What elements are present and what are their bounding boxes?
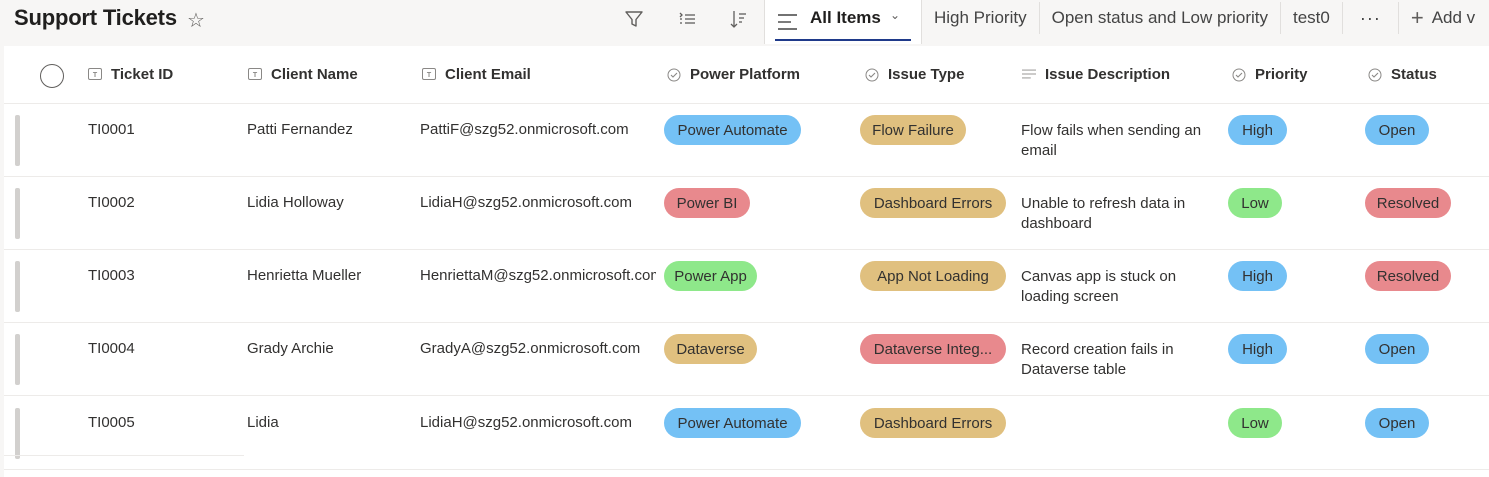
cell-ticket-id: TI0005	[88, 414, 135, 431]
column-header-label: Ticket ID	[111, 66, 174, 83]
column-header-label: Issue Description	[1045, 66, 1171, 83]
view-tab-test0[interactable]: test0	[1281, 2, 1343, 34]
column-header-ticket-id[interactable]: T Ticket ID	[88, 66, 173, 83]
column-header-status[interactable]: Status	[1368, 66, 1437, 83]
multiline-text-icon	[1022, 68, 1036, 82]
cell-client-name: Patti Fernandez	[247, 121, 353, 138]
view-tab-high-priority[interactable]: High Priority	[922, 2, 1040, 34]
cell-platform-pill[interactable]: Power BI	[664, 188, 750, 218]
cell-client-name: Henrietta Mueller	[247, 267, 362, 284]
column-header-client-email[interactable]: T Client Email	[422, 66, 531, 83]
grid-bottom-divider	[4, 455, 244, 456]
row-selection-handle[interactable]	[15, 115, 20, 166]
cell-ticket-id: TI0004	[88, 340, 135, 357]
column-header-label: Client Name	[271, 66, 358, 83]
grid-header: T Ticket ID T Client Name T Client Email Power…	[4, 46, 1489, 104]
column-header-label: Power Platform	[690, 66, 801, 83]
choice-field-icon	[667, 68, 681, 82]
cell-status-pill[interactable]: Open	[1365, 408, 1429, 438]
column-header-description[interactable]: Issue Description	[1022, 66, 1170, 83]
cell-platform-pill[interactable]: Power App	[664, 261, 757, 291]
column-header-issue-type[interactable]: Issue Type	[865, 66, 964, 83]
cell-issue-type-pill[interactable]: Dataverse Integ...	[860, 334, 1006, 364]
cell-platform-pill[interactable]: Dataverse	[664, 334, 757, 364]
cell-ticket-id: TI0001	[88, 121, 135, 138]
cell-ticket-id: TI0002	[88, 194, 135, 211]
cell-issue-description: Flow fails when sending an email	[1021, 122, 1202, 159]
column-header-client-name[interactable]: T Client Name	[248, 66, 358, 83]
list-command-bar: Support Tickets ☆ All Items ⌄ High Prior…	[0, 0, 1489, 44]
cell-platform-pill[interactable]: Power Automate	[664, 115, 801, 145]
text-field-icon: T	[248, 67, 262, 82]
cell-status-pill[interactable]: Resolved	[1365, 188, 1451, 218]
view-tab-open-low-priority[interactable]: Open status and Low priority	[1040, 2, 1281, 34]
cell-client-email: HenriettaM@szg52.onmicrosoft.com	[420, 267, 656, 284]
cell-issue-type-pill[interactable]: Flow Failure	[860, 115, 966, 145]
table-row[interactable]: TI0003 Henrietta Mueller HenriettaM@szg52.…	[4, 250, 1489, 323]
group-list-icon[interactable]	[676, 8, 698, 30]
column-header-label: Issue Type	[888, 66, 965, 83]
add-view-button[interactable]: + Add v	[1399, 2, 1475, 34]
add-view-label: Add v	[1431, 8, 1476, 27]
text-field-icon: T	[422, 67, 436, 82]
cell-priority-pill[interactable]: High	[1228, 261, 1287, 291]
cell-issue-type-pill[interactable]: Dashboard Errors	[860, 188, 1006, 218]
cell-issue-type-pill[interactable]: Dashboard Errors	[860, 408, 1006, 438]
cell-client-email: PattiF@szg52.onmicrosoft.com	[420, 121, 629, 138]
choice-field-icon	[865, 68, 879, 82]
cell-status-pill[interactable]: Open	[1365, 334, 1429, 364]
cell-platform-pill[interactable]: Power Automate	[664, 408, 801, 438]
row-selection-handle[interactable]	[15, 188, 20, 239]
cell-priority-pill[interactable]: Low	[1228, 408, 1282, 438]
table-row[interactable]: TI0002 Lidia Holloway LidiaH@szg52.onmicro…	[4, 177, 1489, 250]
cell-issue-description: Record creation fails in Dataverse table	[1021, 341, 1174, 378]
active-view-underline	[775, 39, 911, 41]
choice-field-icon	[1232, 68, 1246, 82]
view-lines-icon	[778, 14, 797, 30]
row-selection-handle[interactable]	[15, 408, 20, 459]
text-field-icon: T	[88, 67, 102, 82]
column-header-platform[interactable]: Power Platform	[667, 66, 800, 83]
cell-priority-pill[interactable]: Low	[1228, 188, 1282, 218]
column-header-label: Status	[1391, 66, 1437, 83]
select-all-checkbox[interactable]	[40, 64, 64, 88]
plus-icon: +	[1410, 5, 1424, 30]
cell-status-pill[interactable]: Resolved	[1365, 261, 1451, 291]
cell-client-name: Grady Archie	[247, 340, 334, 357]
cell-issue-type-pill[interactable]: App Not Loading	[860, 261, 1006, 291]
cell-client-email: LidiaH@szg52.onmicrosoft.com	[420, 414, 632, 431]
cell-issue-description: Unable to refresh data in dashboard	[1021, 195, 1186, 232]
table-row[interactable]: TI0004 Grady Archie GradyA@szg52.onmicroso…	[4, 323, 1489, 396]
more-views-button[interactable]: ···	[1343, 2, 1399, 34]
svg-text:T: T	[427, 72, 432, 79]
cell-client-email: GradyA@szg52.onmicrosoft.com	[420, 340, 641, 357]
view-switcher: All Items ⌄ High Priority Open status an…	[764, 0, 1475, 44]
sort-icon[interactable]	[727, 8, 749, 30]
cell-ticket-id: TI0003	[88, 267, 135, 284]
star-outline-icon[interactable]: ☆	[187, 8, 205, 33]
svg-text:T: T	[253, 72, 258, 79]
filter-icon[interactable]	[623, 8, 645, 30]
page-title: Support Tickets	[14, 5, 177, 30]
view-all-items[interactable]: All Items ⌄	[764, 0, 922, 44]
table-row[interactable]: TI0005 Lidia LidiaH@szg52.onmicrosoft.com P…	[4, 397, 1489, 470]
cell-status-pill[interactable]: Open	[1365, 115, 1429, 145]
chevron-down-icon[interactable]: ⌄	[890, 8, 900, 22]
table-row[interactable]: TI0001 Patti Fernandez PattiF@szg52.onmicr…	[4, 104, 1489, 177]
cell-issue-description: Canvas app is stuck on loading screen	[1021, 268, 1177, 305]
cell-priority-pill[interactable]: High	[1228, 334, 1287, 364]
row-selection-handle[interactable]	[15, 334, 20, 385]
cell-client-name: Lidia	[247, 414, 279, 431]
column-header-label: Client Email	[445, 66, 531, 83]
svg-text:T: T	[93, 72, 98, 79]
cell-client-name: Lidia Holloway	[247, 194, 344, 211]
column-header-label: Priority	[1255, 66, 1308, 83]
cell-priority-pill[interactable]: High	[1228, 115, 1287, 145]
choice-field-icon	[1368, 68, 1382, 82]
column-header-priority[interactable]: Priority	[1232, 66, 1308, 83]
row-selection-handle[interactable]	[15, 261, 20, 312]
cell-client-email: LidiaH@szg52.onmicrosoft.com	[420, 194, 632, 211]
list-grid: T Ticket ID T Client Name T Client Email Power…	[4, 46, 1489, 477]
current-view-label: All Items	[810, 8, 881, 27]
